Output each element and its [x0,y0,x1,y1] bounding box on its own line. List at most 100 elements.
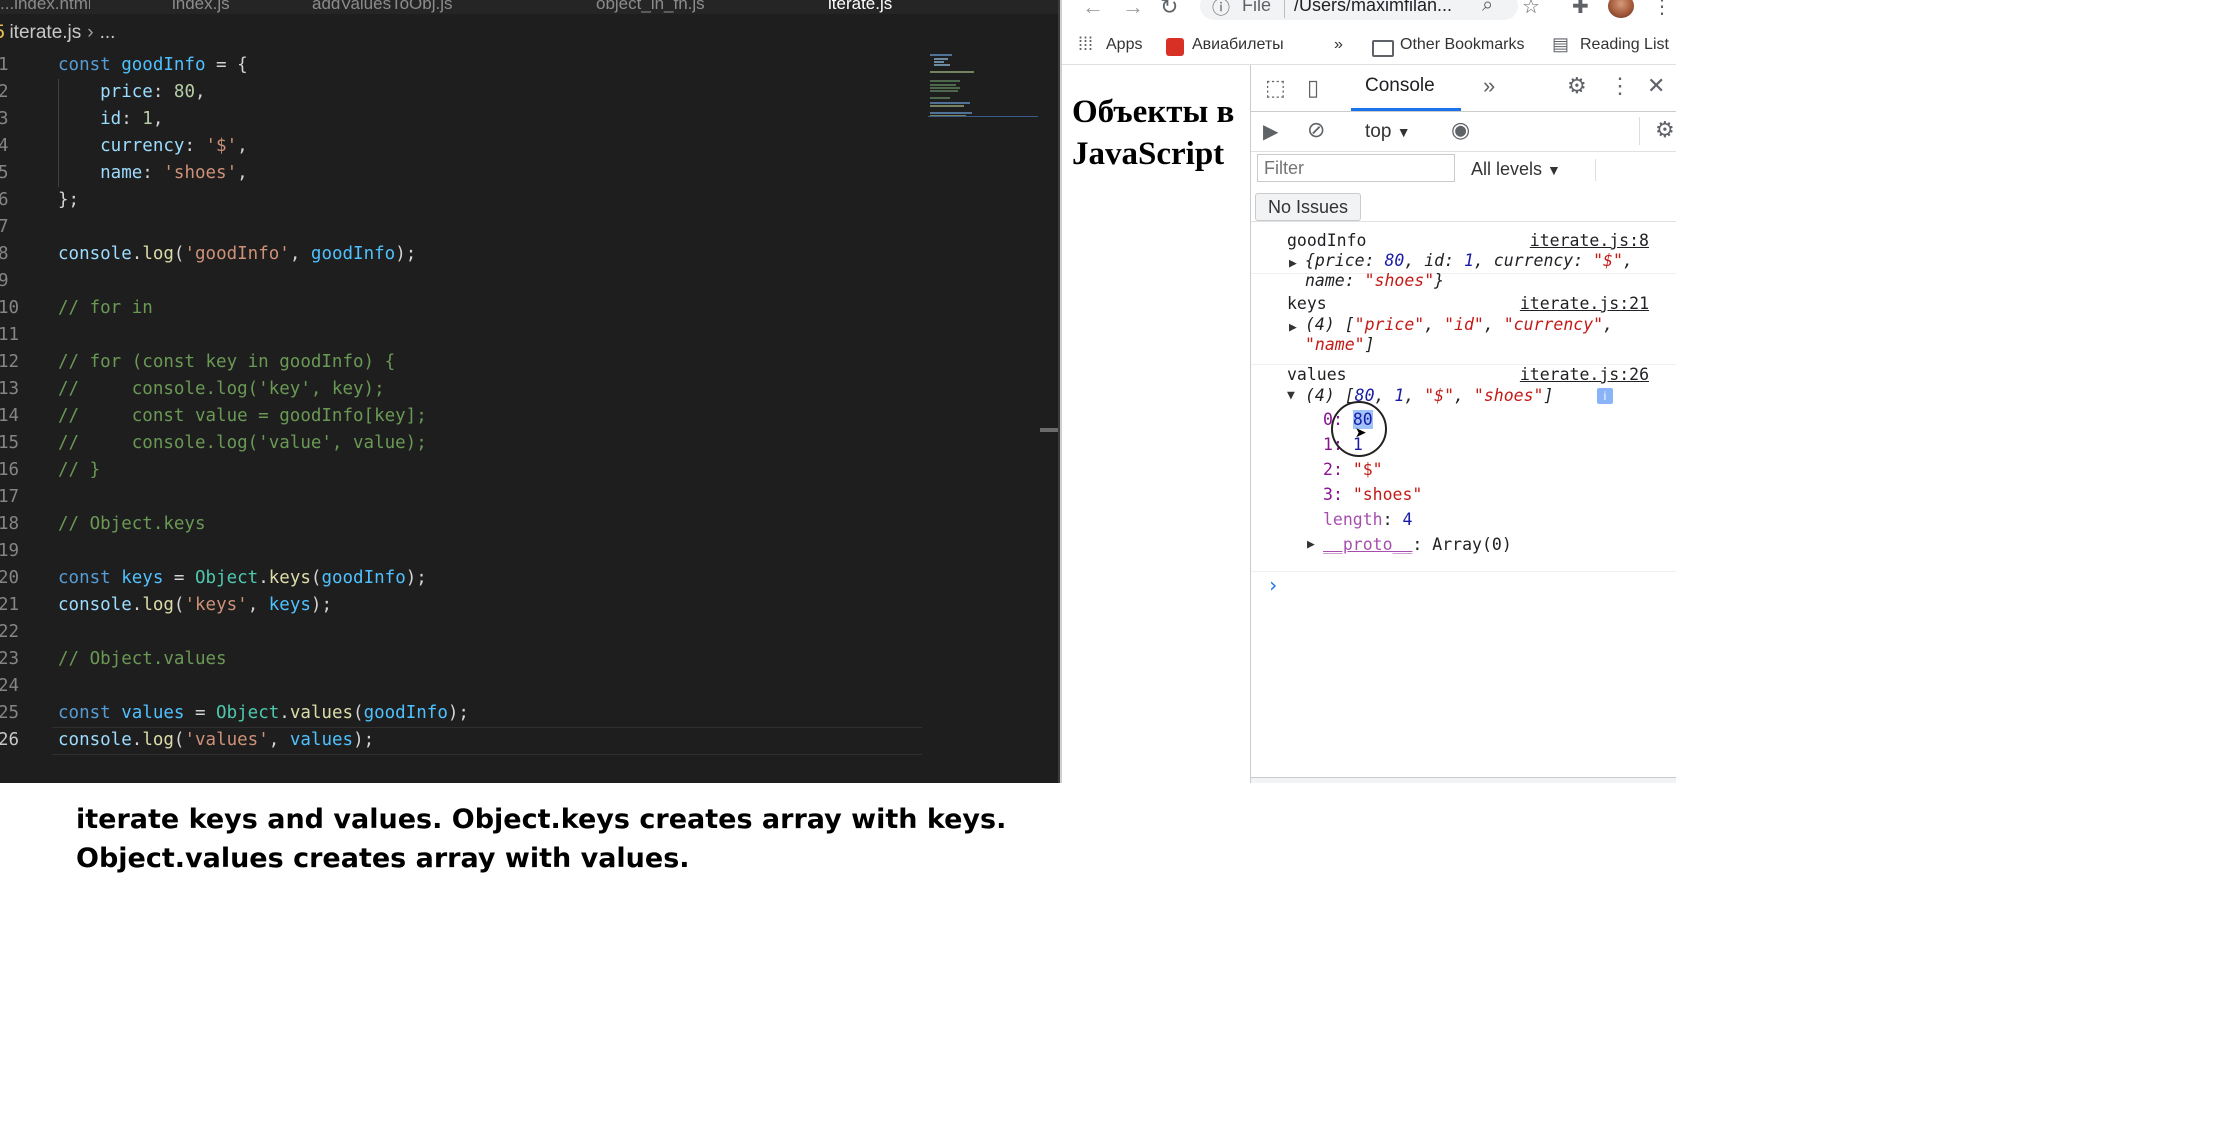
code-text: currency: '$', [58,133,248,160]
device-toolbar-icon[interactable]: ▯ [1307,75,1319,101]
zoom-icon[interactable]: ⌕ [1482,0,1493,17]
code-line[interactable]: 22 [0,619,930,646]
bookmark-other[interactable]: Other Bookmarks [1400,36,1524,54]
editor-tab[interactable]: index.js [172,0,292,14]
info-badge-icon[interactable]: i [1597,388,1613,404]
code-token: 'keys' [184,595,248,615]
no-issues-button[interactable]: No Issues [1255,193,1362,221]
clear-console-icon[interactable]: ⊘ [1307,117,1325,143]
more-tabs-button[interactable]: » [1483,73,1495,99]
code-line[interactable]: 18 // Object.keys [0,511,930,538]
menu-icon[interactable]: ⋮ [1652,0,1672,19]
code-line[interactable]: 4 currency: '$', [0,133,930,160]
array-length[interactable]: length: 4 [1323,510,1412,529]
code-line[interactable]: 26 console.log('values', values); [0,727,930,755]
breadcrumb-more[interactable]: ... [100,22,116,43]
tab-console[interactable]: Console [1365,75,1435,97]
array-proto[interactable]: __proto__: Array(0) [1323,535,1512,554]
console-prompt[interactable]: › [1267,573,1279,597]
code-line[interactable]: 2 price: 80, [0,79,930,106]
object-preview[interactable]: {price: 80, id: 1, currency: "$", [1305,251,1633,270]
avatar[interactable] [1608,0,1634,18]
code-token: 'values' [184,730,269,750]
code-line[interactable]: 24 [0,673,930,700]
aviabilety-icon [1166,38,1184,56]
editor-tab[interactable]: object_in_fn.js [596,0,776,14]
code-line[interactable]: 7 [0,214,930,241]
url-scheme: File [1242,0,1272,15]
star-icon[interactable]: ☆ [1522,0,1540,19]
extensions-icon[interactable]: ✚ [1572,0,1589,19]
close-icon[interactable]: ✕ [1647,73,1665,99]
bookmarks-overflow-button[interactable]: » [1334,36,1343,54]
settings-gear-icon[interactable]: ⚙ [1567,73,1587,99]
expand-triangle-icon[interactable]: ▶ [1307,537,1315,552]
console-message-keys: keys iterate.js:21 ▶ (4) ["price", "id",… [1251,294,1676,365]
code-token: // console.log('key', key); [58,379,385,399]
log-levels-dropdown[interactable]: All levels ▼ [1471,159,1561,180]
editor-tab[interactable]: addValuesToObj.js [312,0,512,14]
code-line[interactable]: 19 [0,538,930,565]
editor-tab-bar: ...index.html index.js addValuesToObj.js… [0,0,1060,14]
message-source-link[interactable]: iterate.js:21 [1520,294,1649,313]
page-title: Объекты в JavaScript [1072,94,1235,172]
code-token: // const value = goodInfo[key]; [58,406,427,426]
bookmark-apps[interactable]: Apps [1106,36,1142,54]
filter-input[interactable]: Filter [1257,154,1455,182]
url-text[interactable]: /Users/maximfilan... [1294,0,1452,16]
chevron-right-icon: › [87,22,94,43]
message-source-link[interactable]: iterate.js:8 [1530,231,1649,250]
bookmark-aviabilety[interactable]: Авиабилеты [1192,36,1284,54]
code-line[interactable]: 25 const values = Object.values(goodInfo)… [0,700,930,727]
breadcrumb-file[interactable]: iterate.js [9,22,81,43]
message-source-link[interactable]: iterate.js:26 [1520,365,1649,384]
array-entry[interactable]: 3: "shoes" [1323,485,1422,504]
back-icon[interactable]: ← [1082,0,1104,20]
code-line[interactable]: 17 [0,484,930,511]
kebab-menu-icon[interactable]: ⋮ [1609,73,1631,99]
expand-triangle-icon[interactable]: ▶ [1289,320,1297,335]
reload-icon[interactable]: ↻ [1160,0,1178,20]
editor-tab-active[interactable]: iterate.js [828,0,968,14]
code-line[interactable]: 14 // const value = goodInfo[key]; [0,403,930,430]
code-line[interactable]: 3 id: 1, [0,106,930,133]
code-line[interactable]: 1 const goodInfo = { [0,52,930,79]
code-line[interactable]: 5 name: 'shoes', [0,160,930,187]
code-line[interactable]: 21 console.log('keys', keys); [0,592,930,619]
collapse-triangle-icon[interactable]: ▼ [1287,388,1295,403]
code-token: . [258,568,269,588]
code-area[interactable]: 1 const goodInfo = {2 price: 80, 3 id: 1, 4… [0,52,930,755]
bookmark-reading-list[interactable]: Reading List [1580,36,1669,54]
expand-triangle-icon[interactable]: ▶ [1289,256,1297,271]
code-token: currency [58,136,185,156]
context-selector[interactable]: top ▼ [1365,121,1411,143]
line-number: 25 [0,703,20,723]
scrollbar-marker[interactable] [1040,428,1060,432]
devtools-panel: ⬚ ▯ Console » ⚙ ⋮ ✕ ▶ ⊘ top ▼ ◉ ⚙ Filter… [1250,65,1676,783]
console-settings-gear-icon[interactable]: ⚙ [1655,117,1675,143]
code-line[interactable]: 8 console.log('goodInfo', goodInfo); [0,241,930,268]
info-icon[interactable]: ⓘ [1212,0,1230,20]
code-line[interactable]: 6}; [0,187,930,214]
live-expression-eye-icon[interactable]: ◉ [1451,117,1470,143]
editor-tab[interactable]: ...index.html [0,0,90,14]
minimap[interactable] [928,50,1038,120]
array-preview[interactable]: (4) [80, 1, "$", "shoes"] [1305,386,1553,405]
code-line[interactable]: 23 // Object.values [0,646,930,673]
code-text: // console.log('value', value); [58,430,427,457]
code-line[interactable]: 12 // for (const key in goodInfo) { [0,349,930,376]
inspect-element-icon[interactable]: ⬚ [1265,75,1286,101]
code-line[interactable]: 16 // } [0,457,930,484]
code-line[interactable]: 9 [0,268,930,295]
forward-icon[interactable]: → [1122,0,1144,20]
array-entry[interactable]: 2: "$" [1323,460,1383,479]
code-line[interactable]: 20 const keys = Object.keys(goodInfo); [0,565,930,592]
code-token: : [121,109,143,129]
code-line[interactable]: 10 // for in [0,295,930,322]
code-line[interactable]: 15 // console.log('value', value); [0,430,930,457]
array-preview[interactable]: (4) ["price", "id", "currency", [1305,315,1613,334]
code-editor[interactable]: ...index.html index.js addValuesToObj.js… [0,0,1060,783]
code-line[interactable]: 13 // console.log('key', key); [0,376,930,403]
code-line[interactable]: 11 [0,322,930,349]
sidebar-toggle-icon[interactable]: ▶ [1263,119,1278,144]
